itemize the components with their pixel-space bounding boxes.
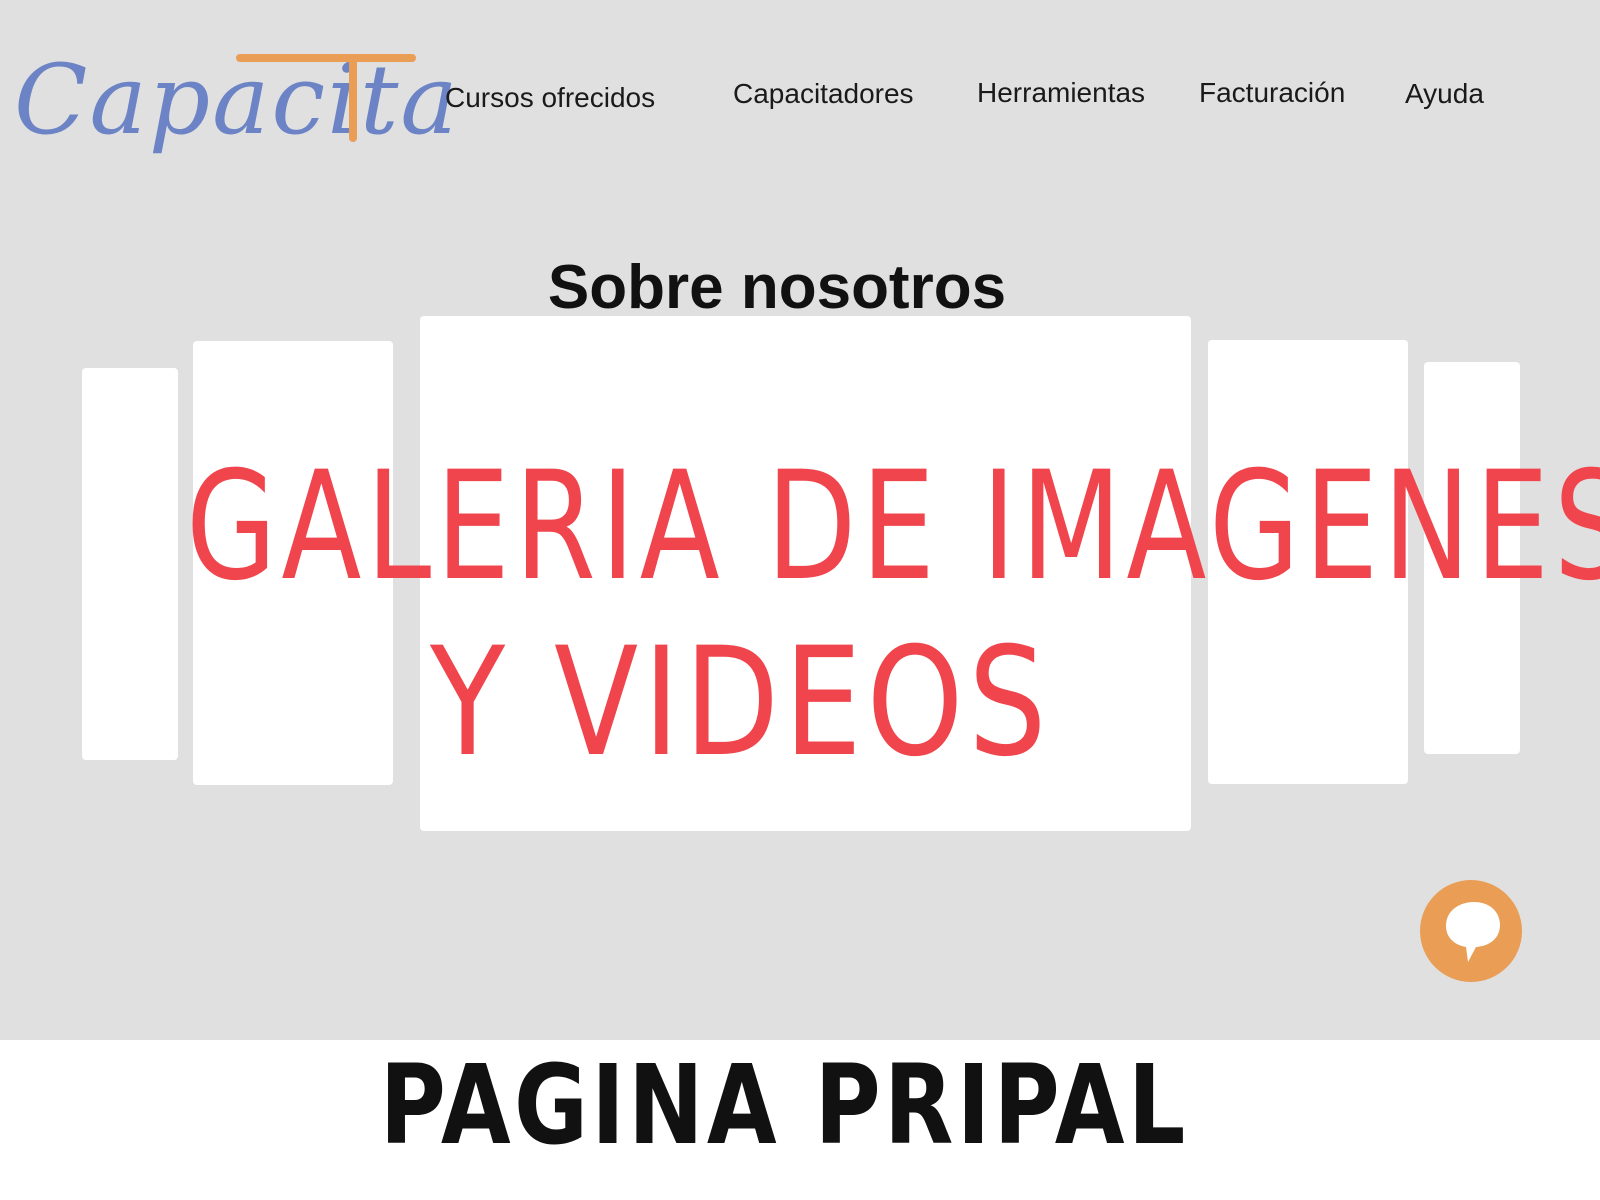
main-nav: Cursos ofrecidos Capacitadores Herramien… xyxy=(0,77,1600,118)
chat-button[interactable] xyxy=(1420,880,1522,982)
section-title: Sobre nosotros xyxy=(547,252,1007,322)
speech-bubble-icon xyxy=(1446,902,1500,962)
nav-item-cursos-ofrecidos[interactable]: Cursos ofrecidos xyxy=(445,82,655,114)
page-caption: PAGINA PRIPAL xyxy=(0,1040,1568,1170)
gallery-heading-line2: Y VIDEOS xyxy=(430,616,1052,790)
brand-logo[interactable]: Capacita xyxy=(14,52,458,187)
nav-item-facturacion[interactable]: Facturación xyxy=(1199,77,1345,109)
gallery-heading-line1: GALERIA DE IMAGENES xyxy=(186,440,1600,614)
nav-item-capacitadores[interactable]: Capacitadores xyxy=(733,78,914,110)
nav-item-ayuda[interactable]: Ayuda xyxy=(1405,78,1484,110)
gallery-slide-far-left[interactable] xyxy=(82,368,178,760)
page-canvas: Capacita Cursos ofrecidos Capacitadores … xyxy=(0,0,1600,1040)
page-caption-text: PAGINA PRIPAL xyxy=(379,1041,1189,1169)
logo-t-bar xyxy=(236,54,416,62)
nav-item-herramientas[interactable]: Herramientas xyxy=(977,77,1145,109)
